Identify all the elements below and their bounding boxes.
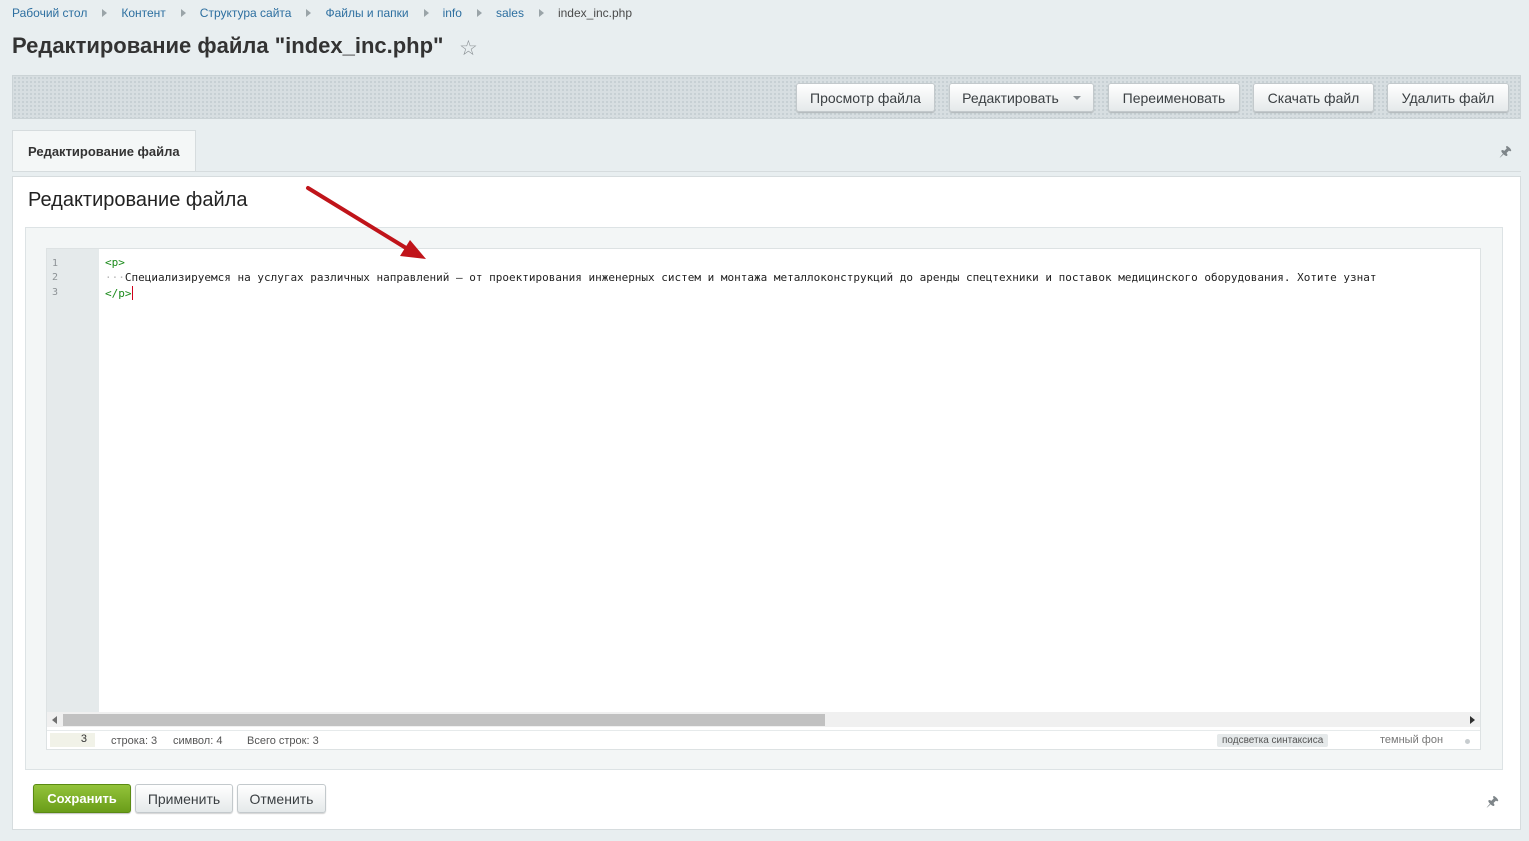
breadcrumb-site-structure[interactable]: Структура сайта [200,6,292,20]
status-line: строка: 3 [111,735,158,747]
chevron-down-icon [1072,95,1081,100]
breadcrumb-separator-icon [306,9,312,17]
html-tag: <p> [105,256,125,269]
tab-label: Редактирование файла [28,144,180,159]
scroll-right-icon[interactable] [1470,716,1475,724]
scrollbar-thumb[interactable] [63,714,825,726]
breadcrumb-desktop[interactable]: Рабочий стол [12,6,87,20]
pin-icon[interactable]: 🖈 [1499,141,1512,165]
status-total-lines: Всего строк: 3 [247,735,319,747]
view-file-label: Просмотр файла [810,89,921,106]
code-line: </p> [105,286,133,300]
save-button[interactable]: Сохранить [33,784,131,813]
line-number: 3 [52,287,59,298]
breadcrumb-separator-icon [476,9,482,17]
toggle-dot-icon[interactable] [1465,739,1470,744]
editor-status-bar: 3 строка: 3 символ: 4 Всего строк: 3 под… [47,730,1480,749]
download-label: Скачать файл [1267,89,1360,106]
tab-edit-file[interactable]: Редактирование файла [12,130,196,172]
save-label: Сохранить [47,791,117,806]
cancel-button[interactable]: Отменить [237,784,326,813]
download-file-button[interactable]: Скачать файл [1253,83,1374,112]
edit-label: Редактировать [962,89,1059,106]
text-cursor [131,286,133,300]
edit-dropdown-button[interactable]: Редактировать [949,83,1094,112]
rename-label: Переименовать [1122,89,1226,106]
html-tag: </p> [105,287,132,300]
breadcrumb: Рабочий стол Контент Структура сайта Фай… [12,6,632,20]
code-editor[interactable]: 1 2 3 <p> ···Специализируемся на услугах… [46,248,1481,750]
code-line: <p> [105,256,125,269]
status-symbol: символ: 4 [173,735,223,747]
dark-background-toggle[interactable]: темный фон [1380,734,1443,746]
breadcrumb-current-file: index_inc.php [557,6,633,20]
horizontal-scrollbar[interactable] [47,712,1480,727]
cancel-label: Отменить [249,790,314,807]
line-number: 1 [52,258,59,269]
breadcrumb-content[interactable]: Контент [121,6,165,20]
delete-file-button[interactable]: Удалить файл [1387,83,1509,112]
tabs-divider [12,171,1521,172]
breadcrumb-info[interactable]: info [443,6,462,20]
breadcrumb-separator-icon [102,9,108,17]
view-file-button[interactable]: Просмотр файла [796,83,935,112]
apply-label: Применить [147,790,221,807]
syntax-highlight-toggle[interactable]: подсветка синтаксиса [1217,734,1329,747]
breadcrumb-separator-icon [538,9,544,17]
scroll-left-icon[interactable] [52,716,57,724]
favorite-star-icon[interactable]: ☆ [459,36,478,61]
breadcrumb-separator-icon [423,9,429,17]
line-number-gutter: 1 2 3 [47,249,99,712]
section-title: Редактирование файла [28,189,248,211]
page-title: Редактирование файла "index_inc.php" [12,33,444,58]
delete-label: Удалить файл [1401,89,1495,106]
breadcrumb-sales[interactable]: sales [496,6,524,20]
breadcrumb-separator-icon [180,9,186,17]
pin-icon[interactable]: 🖈 [1486,791,1499,815]
goto-line-field[interactable]: 3 [50,733,95,747]
code-line: ···Специализируемся на услугах различных… [105,271,1377,284]
line-number: 2 [52,272,59,283]
breadcrumb-files-folders[interactable]: Файлы и папки [325,6,408,20]
rename-button[interactable]: Переименовать [1108,83,1240,112]
apply-button[interactable]: Применить [135,784,233,813]
whitespace-marker: ··· [105,271,125,284]
code-text: Специализируемся на услугах различных на… [124,271,1377,284]
